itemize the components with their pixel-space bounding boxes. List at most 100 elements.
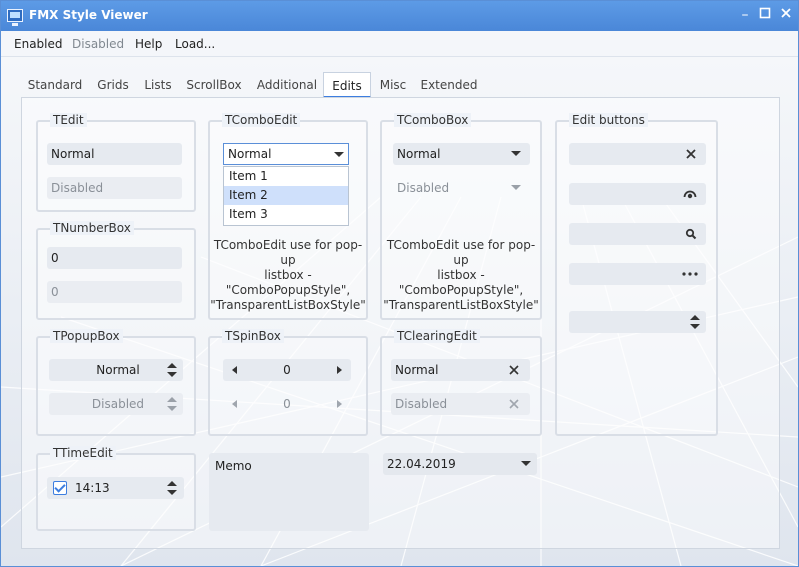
tab-extended[interactable]: Extended: [419, 72, 479, 98]
tnumberbox-normal-text: 0: [51, 251, 59, 265]
tcomboedit-input[interactable]: Normal: [223, 143, 349, 165]
tpopupbox-normal[interactable]: Normal: [49, 359, 183, 381]
tpopupbox-disabled-text: Disabled: [91, 397, 145, 411]
menu-disabled[interactable]: Disabled: [72, 37, 124, 51]
eye-icon[interactable]: [683, 187, 697, 199]
group-tspinbox-title: TSpinBox: [222, 329, 284, 343]
clear-icon: [509, 399, 519, 409]
group-tcombobox-title: TComboBox: [394, 113, 472, 127]
maximize-icon: [759, 7, 771, 19]
chevron-down-icon[interactable]: [521, 461, 531, 466]
list-item[interactable]: Item 3: [224, 205, 348, 224]
ttimeedit-input[interactable]: 14:13: [47, 477, 184, 499]
tab-grids[interactable]: Grids: [91, 72, 135, 98]
tcombobox-disabled[interactable]: Disabled: [393, 177, 530, 199]
tspinbox-normal-text: 0: [283, 363, 291, 377]
tnumberbox-disabled[interactable]: 0: [47, 281, 182, 303]
tnumberbox-disabled-text: 0: [51, 285, 59, 299]
group-tclearingedit-title: TClearingEdit: [394, 329, 480, 343]
group-tspinbox: TSpinBox: [208, 329, 368, 436]
list-item[interactable]: Item 1: [224, 167, 348, 186]
tclearingedit-normal[interactable]: Normal: [391, 359, 530, 381]
tpopupbox-normal-text: Normal: [96, 363, 140, 377]
group-tnumberbox: TNumberBox: [36, 221, 196, 320]
group-tpopupbox: TPopupBox: [36, 329, 196, 436]
edit-with-spin-buttons[interactable]: [569, 311, 706, 333]
tcomboedit-dropdown-list: Item 1 Item 2 Item 3: [223, 166, 349, 226]
group-ttimeedit-title: TTimeEdit: [50, 446, 116, 460]
close-icon: [781, 8, 791, 18]
edit-with-password-button[interactable]: [569, 183, 706, 205]
menu-help[interactable]: Help: [135, 37, 162, 51]
close-icon[interactable]: [686, 149, 696, 159]
menu-enabled[interactable]: Enabled: [14, 37, 63, 51]
tclearingedit-disabled[interactable]: Disabled: [391, 393, 530, 415]
group-tnumberbox-title: TNumberBox: [50, 221, 134, 235]
date-edit-value: 22.04.2019: [387, 457, 456, 471]
caption-line: TComboEdit use for pop-up: [386, 238, 536, 267]
app-window: FMX Style Viewer – Enabled Disabled Help…: [0, 0, 799, 567]
tab-additional[interactable]: Additional: [253, 72, 321, 98]
chevron-down-icon[interactable]: [334, 152, 344, 157]
maximize-button[interactable]: [756, 6, 774, 24]
chevron-down-icon: [511, 151, 521, 156]
tclearingedit-normal-text: Normal: [395, 363, 439, 377]
tedit-disabled[interactable]: Disabled: [47, 177, 182, 199]
edit-with-ellipsis-button[interactable]: [569, 263, 706, 285]
tab-lists[interactable]: Lists: [137, 72, 179, 98]
tcombobox-caption: TComboEdit use for pop-up listbox - "Com…: [380, 238, 542, 313]
ttimeedit-checkbox[interactable]: [53, 481, 67, 495]
edit-with-search-button[interactable]: [569, 223, 706, 245]
tnumberbox-normal[interactable]: 0: [47, 247, 182, 269]
spin-increase-icon[interactable]: [337, 366, 342, 374]
chevron-down-icon: [511, 185, 521, 190]
spin-decrease-icon[interactable]: [232, 366, 237, 374]
edit-with-clear-button[interactable]: [569, 143, 706, 165]
list-item-selected[interactable]: Item 2: [224, 186, 348, 205]
memo-field[interactable]: Memo: [209, 453, 369, 531]
close-button[interactable]: [777, 6, 795, 24]
tcombobox-normal-text: Normal: [397, 147, 441, 161]
spin-decrease-icon: [232, 400, 237, 408]
caption-line: listbox -: [437, 268, 485, 282]
tcombobox-disabled-text: Disabled: [397, 181, 450, 195]
group-tedit-title: TEdit: [50, 113, 87, 127]
caption-line: "TransparentListBoxStyle": [210, 298, 366, 312]
caption-line: "ComboPopupStyle",: [225, 283, 351, 297]
tab-edits[interactable]: Edits: [323, 72, 371, 98]
tspinbox-disabled-text: 0: [283, 397, 291, 411]
search-icon[interactable]: [685, 228, 697, 240]
tab-scrollbox[interactable]: ScrollBox: [183, 72, 245, 98]
window-title: FMX Style Viewer: [29, 8, 148, 22]
menu-load[interactable]: Load...: [175, 37, 215, 51]
ellipsis-icon[interactable]: [682, 272, 698, 276]
memo-text: Memo: [215, 459, 252, 473]
up-down-arrows-icon: [167, 363, 177, 377]
up-down-arrows-icon[interactable]: [167, 481, 177, 495]
up-down-arrows-icon: [167, 397, 177, 411]
clear-icon[interactable]: [509, 365, 519, 375]
menu-bar: Enabled Disabled Help Load...: [1, 31, 798, 57]
group-tclearingedit: TClearingEdit: [380, 329, 542, 436]
tpopupbox-disabled[interactable]: Disabled: [49, 393, 183, 415]
minimize-button[interactable]: –: [736, 6, 754, 24]
tspinbox-disabled[interactable]: 0: [223, 393, 351, 415]
group-tcomboedit-title: TComboEdit: [222, 113, 301, 127]
tcomboedit-caption: TComboEdit use for pop-up listbox - "Com…: [208, 238, 368, 313]
tab-misc[interactable]: Misc: [373, 72, 413, 98]
tedit-normal[interactable]: Normal: [47, 143, 182, 165]
tcombobox-normal[interactable]: Normal: [393, 143, 530, 165]
date-edit[interactable]: 22.04.2019: [383, 453, 537, 475]
up-down-arrows-icon[interactable]: [690, 315, 700, 329]
caption-line: listbox -: [264, 268, 312, 282]
caption-line: TComboEdit use for pop-up: [213, 238, 363, 267]
tspinbox-normal[interactable]: 0: [223, 359, 351, 381]
app-icon: [7, 9, 23, 26]
ttimeedit-value: 14:13: [75, 481, 110, 495]
spin-increase-icon: [337, 400, 342, 408]
tclearingedit-disabled-text: Disabled: [395, 397, 448, 411]
tab-standard[interactable]: Standard: [21, 72, 89, 98]
tedit-disabled-text: Disabled: [51, 181, 104, 195]
caption-line: "ComboPopupStyle",: [398, 283, 524, 297]
group-tpopupbox-title: TPopupBox: [50, 329, 123, 343]
